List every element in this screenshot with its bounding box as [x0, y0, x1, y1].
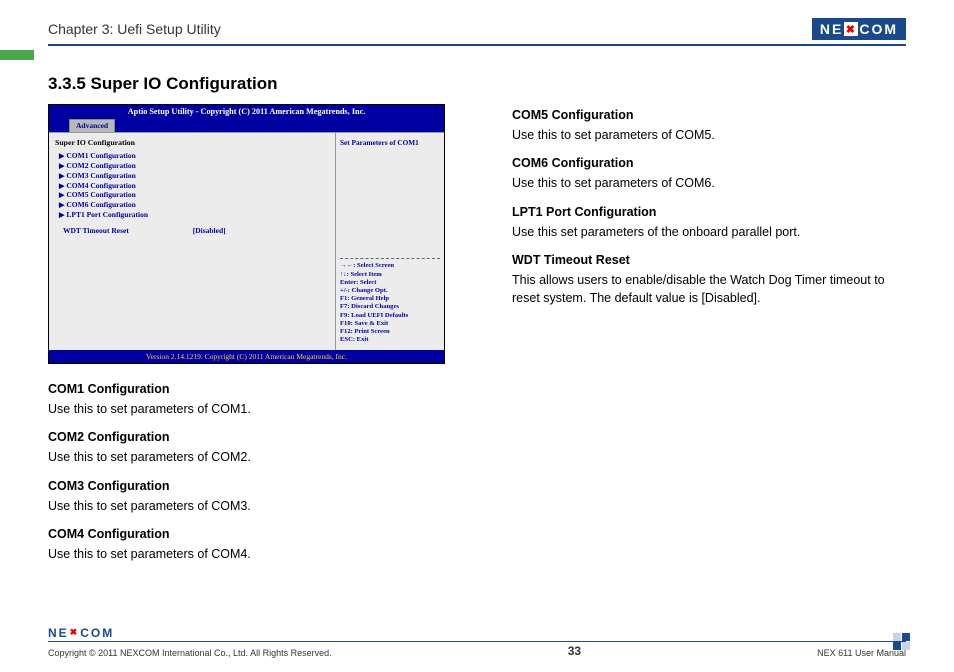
bios-menu-item: ▶COM6 Configuration [59, 200, 329, 210]
footer-manual: NEX 611 User Manual [817, 648, 906, 658]
bios-side-help: Set Parameters of COM1 [340, 138, 440, 147]
bios-tab-advanced: Advanced [69, 119, 115, 131]
desc-heading: COM3 Configuration [48, 477, 456, 495]
logo-top: NE ✖ COM [812, 18, 906, 40]
bios-menu-item: ▶COM5 Configuration [59, 190, 329, 200]
logo-post: COM [859, 21, 898, 37]
desc-text: This allows users to enable/disable the … [512, 271, 906, 307]
bios-main-head: Super IO Configuration [55, 138, 329, 148]
desc-heading: COM1 Configuration [48, 380, 456, 398]
logo-x-icon: ✖ [844, 22, 858, 36]
caret-icon: ▶ [59, 191, 64, 199]
bios-menu-item: ▶COM1 Configuration [59, 151, 329, 161]
desc-text: Use this to set parameters of COM1. [48, 400, 456, 418]
chapter-title: Chapter 3: Uefi Setup Utility [48, 21, 221, 37]
desc-heading: COM6 Configuration [512, 154, 906, 172]
bios-wdt-row: WDT Timeout Reset [Disabled] [63, 226, 329, 235]
desc-heading: COM2 Configuration [48, 428, 456, 446]
footer-copyright: Copyright © 2011 NEXCOM International Co… [48, 648, 332, 658]
footer-logo: NE ✖ COM [48, 626, 114, 640]
page-number: 33 [568, 644, 581, 658]
desc-text: Use this set parameters of the onboard p… [512, 223, 906, 241]
section-title: 3.3.5 Super IO Configuration [48, 74, 906, 94]
caret-icon: ▶ [59, 182, 64, 190]
caret-icon: ▶ [59, 172, 64, 180]
logo-pre: NE [820, 21, 843, 37]
desc-text: Use this to set parameters of COM4. [48, 545, 456, 563]
desc-text: Use this to set parameters of COM6. [512, 174, 906, 192]
footer-squares-icon [893, 633, 910, 650]
desc-text: Use this to set parameters of COM3. [48, 497, 456, 515]
caret-icon: ▶ [59, 152, 64, 160]
bios-menu-item: ▶LPT1 Port Configuration [59, 210, 329, 220]
desc-text: Use this to set parameters of COM5. [512, 126, 906, 144]
desc-heading: WDT Timeout Reset [512, 251, 906, 269]
desc-heading: LPT1 Port Configuration [512, 203, 906, 221]
header-rule [48, 44, 906, 46]
caret-icon: ▶ [59, 201, 64, 209]
logo-x-icon: ✖ [70, 627, 80, 638]
green-tab-icon [0, 50, 34, 60]
caret-icon: ▶ [59, 211, 64, 219]
bios-menu-item: ▶COM3 Configuration [59, 171, 329, 181]
bios-key-help: →←: Select Screen ↑↓: Select Item Enter:… [340, 258, 440, 344]
bios-menu-item: ▶COM4 Configuration [59, 181, 329, 191]
footer-rule [48, 641, 906, 643]
desc-heading: COM5 Configuration [512, 106, 906, 124]
bios-menu-item: ▶COM2 Configuration [59, 161, 329, 171]
caret-icon: ▶ [59, 162, 64, 170]
desc-heading: COM4 Configuration [48, 525, 456, 543]
desc-text: Use this to set parameters of COM2. [48, 448, 456, 466]
bios-screenshot: Aptio Setup Utility - Copyright (C) 2011… [48, 104, 445, 364]
bios-topbar: Aptio Setup Utility - Copyright (C) 2011… [49, 105, 444, 119]
bios-bottombar: Version 2.14.1219. Copyright (C) 2011 Am… [49, 350, 444, 363]
